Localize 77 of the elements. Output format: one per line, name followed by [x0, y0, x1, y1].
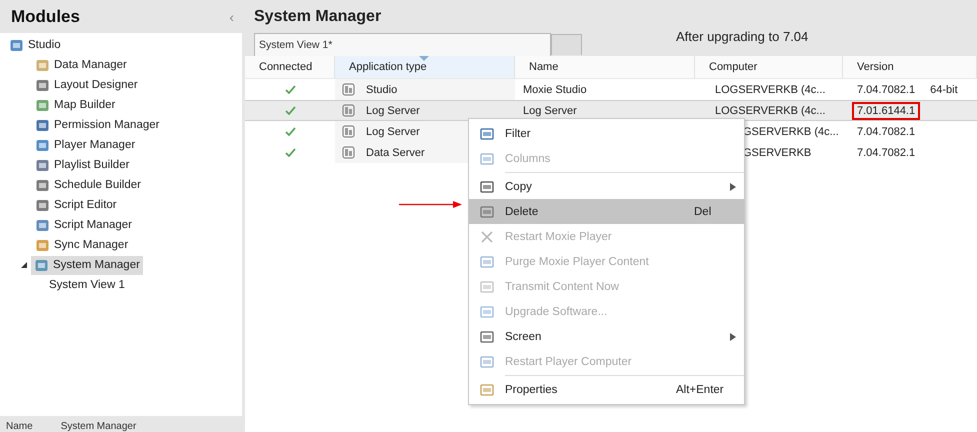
menu-item[interactable]: Screen	[469, 324, 744, 349]
page-title: System Manager	[254, 8, 382, 27]
module-icon	[9, 38, 24, 52]
table-cell: LOGSERVERKB (4c...	[715, 104, 826, 116]
column-header[interactable]: Version	[843, 56, 977, 79]
table-cell: GSERVERKB (4c...	[743, 126, 839, 138]
table-cell: Log Server	[366, 104, 420, 116]
application-icon	[341, 103, 356, 118]
tree-item[interactable]: Layout Designer	[32, 76, 141, 94]
expander-icon[interactable]	[20, 261, 28, 269]
annotation-arrow	[399, 200, 463, 209]
column-header[interactable]: Application type	[335, 56, 515, 79]
menu-icon	[479, 328, 495, 344]
table-cell: LOGSERVERKB (4c...	[715, 84, 826, 96]
menu-icon	[479, 204, 495, 220]
tree-item[interactable]: System View 1	[46, 277, 128, 293]
module-icon	[35, 218, 50, 232]
shortcut-text: Del	[694, 206, 712, 218]
close-icon	[479, 228, 495, 244]
menu-icon	[479, 278, 495, 294]
tree-item[interactable]: Sync Manager	[32, 236, 132, 254]
menu-item[interactable]: Copy	[469, 174, 744, 199]
menu-icon	[479, 304, 495, 320]
annotation-text: After upgrading to 7.04	[676, 29, 808, 44]
table-cell: Moxie Studio	[523, 84, 587, 96]
module-icon	[34, 258, 49, 272]
module-icon	[35, 98, 50, 112]
tree-item[interactable]: Script Editor	[32, 196, 120, 214]
panel-title: Modules	[11, 6, 80, 26]
menu-icon	[479, 254, 495, 270]
table-cell-text: 7.04.7082.1	[856, 82, 916, 98]
property-value: System Manager	[60, 422, 136, 432]
table-row[interactable]	[245, 100, 335, 121]
table-cell: Log Server	[366, 126, 420, 138]
tree-item[interactable]: Script Manager	[32, 216, 135, 234]
shortcut-text: Alt+Enter	[676, 384, 725, 396]
table-cell: Data Server	[366, 146, 425, 158]
menu-icon	[479, 382, 495, 398]
table-cell: 7.01.6144.1	[852, 102, 920, 120]
module-icon	[35, 138, 50, 152]
menu-item[interactable]: Delete Del	[469, 199, 744, 224]
view-tab[interactable]	[551, 34, 582, 55]
table-cell: Studio	[366, 84, 398, 96]
tree-item[interactable]: Studio	[6, 36, 64, 54]
column-header[interactable]: Name	[515, 56, 695, 79]
menu-item[interactable]: Properties Alt+Enter	[469, 377, 744, 402]
tree-item[interactable]: Permission Manager	[32, 116, 162, 134]
module-icon	[35, 158, 50, 172]
view-tab[interactable]: System View 1*	[254, 33, 551, 56]
tree-item[interactable]: Playlist Builder	[32, 156, 132, 174]
menu-icon	[479, 126, 495, 142]
module-icon	[35, 178, 50, 192]
tree-item[interactable]: Schedule Builder	[32, 176, 144, 194]
table-cell: 64-bit	[930, 84, 958, 96]
tree-item[interactable]: System Manager	[31, 256, 143, 274]
module-icon	[35, 78, 50, 92]
module-icon	[35, 58, 50, 72]
column-header[interactable]: Connected	[245, 56, 335, 79]
menu-icon	[479, 354, 495, 370]
module-icon	[35, 118, 50, 132]
application-icon	[341, 82, 356, 97]
property-label: Name	[6, 422, 33, 432]
module-icon	[35, 198, 50, 212]
table-cell: GSERVERKB	[743, 146, 812, 158]
application-icon	[341, 124, 356, 139]
table-cell: Log Server	[523, 104, 577, 116]
menu-icon	[479, 150, 495, 166]
application-icon	[341, 145, 356, 160]
module-icon	[35, 238, 50, 252]
menu-item[interactable]: Filter	[469, 121, 744, 146]
table-cell-text: 7.04.7082.1	[856, 146, 916, 160]
tree-item[interactable]: Data Manager	[32, 56, 130, 74]
table-cell-text: 7.04.7082.1	[856, 124, 916, 140]
tree-item[interactable]: Map Builder	[32, 96, 118, 114]
menu-icon	[479, 178, 495, 194]
column-header[interactable]: Computer	[695, 56, 843, 79]
tree-item[interactable]: Player Manager	[32, 136, 138, 154]
